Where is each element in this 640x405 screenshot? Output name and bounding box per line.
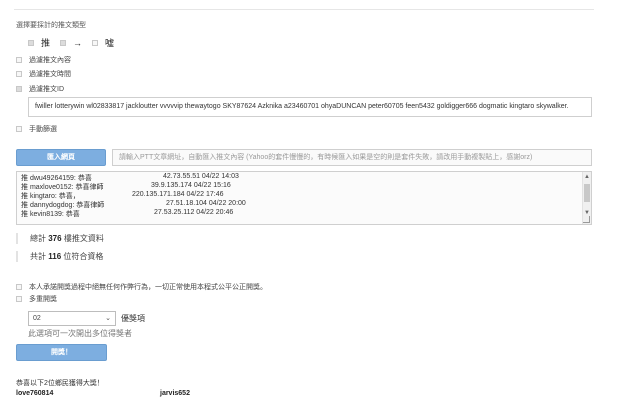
winner-name: love760814	[16, 390, 54, 397]
multi-prize-checkbox[interactable]	[16, 296, 22, 302]
winner-count-select[interactable]: 02 ⌄	[28, 311, 116, 326]
filter-id-label: 過濾推文ID	[29, 86, 64, 93]
winners-title: 恭喜以下2位鄉民獲得大獎！	[16, 380, 104, 387]
boo-type-label: 噓	[105, 38, 115, 48]
manual-filter-checkbox[interactable]	[16, 126, 22, 132]
comments-textarea[interactable]: 推 dwu49264159: 恭喜 42.73.55.51 04/22 14:0…	[16, 171, 592, 225]
filter-id-checkbox[interactable]	[16, 86, 22, 92]
filter-content-option[interactable]: 過濾推文內容	[16, 55, 71, 65]
manual-filter-option[interactable]: 手動篩選	[16, 124, 57, 134]
winner-name: jarvis652	[160, 390, 190, 397]
comment-meta: 39.9.135.174 04/22 15:16	[151, 182, 231, 189]
filter-content-label: 過濾推文內容	[29, 57, 71, 64]
filter-time-label: 過濾推文時間	[29, 71, 71, 78]
qualified-stat: 共計 116 位符合資格	[16, 251, 103, 262]
multi-prize-label: 多重開獎	[29, 296, 57, 303]
boo-type-checkbox[interactable]	[92, 39, 99, 46]
total-suffix: 樓推文資料	[63, 234, 104, 243]
scroll-up-icon[interactable]: ▲	[584, 174, 590, 180]
total-count: 376	[48, 234, 62, 243]
prize-label: 優獎項	[121, 314, 145, 323]
comment-meta: 220.135.171.184 04/22 17:46	[132, 191, 224, 198]
total-stat: 總計 376 樓推文資料	[16, 233, 104, 244]
chevron-down-icon: ⌄	[105, 315, 111, 322]
scroll-thumb[interactable]	[584, 184, 590, 202]
filter-time-option[interactable]: 過濾推文時間	[16, 69, 71, 79]
resize-handle-icon[interactable]	[583, 216, 590, 223]
filter-content-checkbox[interactable]	[16, 57, 22, 63]
filter-time-checkbox[interactable]	[16, 71, 22, 77]
winner-count-value: 02	[33, 315, 41, 322]
import-button[interactable]: 匯入網頁	[16, 149, 106, 166]
top-divider	[14, 9, 594, 10]
arrow-type-checkbox[interactable]	[60, 39, 67, 46]
manual-filter-label: 手動篩選	[29, 126, 57, 133]
comment-line: 推 kevin8139: 恭喜	[21, 211, 80, 218]
arrow-type-label: →	[73, 37, 83, 48]
section-title: 選擇要採計的推文類型	[16, 22, 86, 29]
qualified-prefix: 共計	[30, 252, 46, 261]
push-type-group: 推 → 噓	[28, 36, 114, 49]
qualified-suffix: 位符合資格	[63, 252, 104, 261]
fair-promise-label: 本人承諾開獎過程中絕無任何作弊行為，一切正常使用本程式公平公正開獎。	[29, 284, 267, 291]
multi-prize-option[interactable]: 多重開獎	[16, 294, 57, 304]
select-hint: 此選項可一次開出多位得獎者	[28, 329, 132, 338]
comment-meta: 27.53.25.112 04/22 20:46	[154, 209, 234, 216]
fair-promise-checkbox[interactable]	[16, 284, 22, 290]
qualified-count: 116	[48, 252, 62, 261]
comment-meta: 42.73.55.51 04/22 14:03	[163, 173, 239, 180]
push-type-label: 推	[41, 38, 51, 48]
push-type-checkbox[interactable]	[28, 39, 34, 46]
filter-id-option[interactable]: 過濾推文ID	[16, 84, 64, 94]
draw-button[interactable]: 開獎！	[16, 344, 107, 361]
id-filter-input[interactable]: fwiller lotterywin wl02833817 jackloutte…	[28, 97, 592, 117]
comment-meta: 27.51.18.104 04/22 20:00	[166, 200, 246, 207]
fair-promise-option[interactable]: 本人承諾開獎過程中絕無任何作弊行為，一切正常使用本程式公平公正開獎。	[16, 282, 267, 292]
total-prefix: 總計	[30, 234, 46, 243]
url-input[interactable]: 請輸入PTT文章網址，自動匯入推文內容 (Yahoo的套件慢慢的，有時候匯入如果…	[112, 149, 592, 166]
